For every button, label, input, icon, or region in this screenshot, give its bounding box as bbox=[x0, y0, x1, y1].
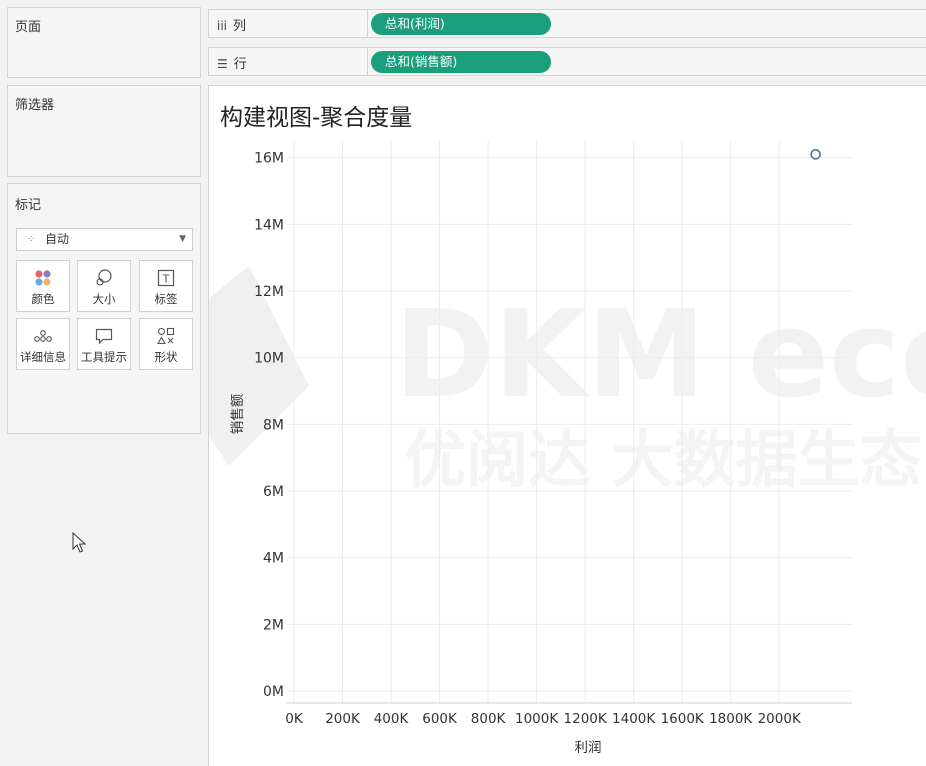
shelf-divider bbox=[367, 10, 368, 37]
marks-title: 标记 bbox=[15, 198, 42, 213]
auto-mark-icon: ⁘ bbox=[27, 234, 36, 245]
detail-label: 详细信息 bbox=[20, 350, 66, 364]
y-tick-label: 4M bbox=[263, 551, 284, 567]
x-tick-label: 1000K bbox=[515, 711, 559, 727]
x-tick-label: 200K bbox=[325, 711, 361, 727]
tooltip-label: 工具提示 bbox=[81, 350, 127, 364]
y-axis-title: 销售额 bbox=[230, 393, 246, 434]
color-icon bbox=[35, 270, 51, 286]
columns-label-text: 列 bbox=[233, 19, 247, 34]
x-tick-label: 800K bbox=[471, 711, 507, 727]
y-tick-label: 0M bbox=[263, 684, 284, 700]
mark-type-dropdown[interactable]: ⁘ 自动 ▼ bbox=[16, 228, 193, 251]
mouse-cursor-icon bbox=[72, 532, 86, 553]
pages-card[interactable]: 页面 bbox=[7, 7, 201, 78]
color-label: 颜色 bbox=[31, 292, 55, 306]
columns-shelf-label: iii 列 bbox=[217, 15, 246, 34]
y-tick-label: 2M bbox=[263, 617, 284, 633]
x-tick-label: 2000K bbox=[758, 711, 802, 727]
label-button[interactable]: T 标签 bbox=[139, 260, 193, 312]
columns-icon: iii bbox=[217, 19, 228, 33]
tooltip-icon bbox=[95, 328, 113, 345]
shape-label: 形状 bbox=[154, 350, 178, 364]
filters-card[interactable]: 筛选器 bbox=[7, 85, 201, 177]
label-icon: T bbox=[157, 269, 175, 287]
detail-icon bbox=[34, 330, 52, 342]
y-tick-label: 8M bbox=[263, 417, 284, 433]
label-label: 标签 bbox=[154, 292, 178, 306]
pages-title: 页面 bbox=[15, 20, 42, 35]
x-tick-label: 1600K bbox=[661, 711, 705, 727]
shape-icon bbox=[157, 327, 175, 345]
mark-type-value: 自动 bbox=[45, 232, 70, 246]
x-tick-label: 600K bbox=[422, 711, 458, 727]
profit-sum-pill[interactable]: 总和(利润) bbox=[371, 13, 551, 35]
svg-text:T: T bbox=[162, 273, 170, 286]
x-tick-label: 400K bbox=[374, 711, 410, 727]
rows-shelf[interactable]: ☰ 行 总和(销售额) bbox=[208, 47, 926, 76]
sales-sum-pill[interactable]: 总和(销售额) bbox=[371, 51, 551, 73]
rows-shelf-label: ☰ 行 bbox=[217, 53, 247, 72]
scatter-plot[interactable]: 0K 200K 400K 600K 800K 1000K 1200K 1400K 1600K 18… bbox=[209, 86, 926, 766]
x-tick-label: 1400K bbox=[612, 711, 656, 727]
x-tick-label: 1800K bbox=[709, 711, 753, 727]
x-axis-title: 利润 bbox=[575, 740, 602, 756]
chevron-down-icon: ▼ bbox=[179, 234, 186, 244]
color-button[interactable]: 颜色 bbox=[16, 260, 70, 312]
x-tick-label: 0K bbox=[285, 711, 304, 727]
tooltip-button[interactable]: 工具提示 bbox=[77, 318, 131, 370]
y-tick-label: 12M bbox=[254, 284, 284, 300]
y-tick-label: 6M bbox=[263, 484, 284, 500]
rows-icon: ☰ bbox=[217, 57, 228, 71]
detail-button[interactable]: 详细信息 bbox=[16, 318, 70, 370]
x-tick-label: 1200K bbox=[564, 711, 608, 727]
size-label: 大小 bbox=[92, 292, 116, 306]
size-button[interactable]: 大小 bbox=[77, 260, 131, 312]
y-tick-label: 16M bbox=[254, 151, 284, 167]
size-icon bbox=[96, 269, 112, 286]
rows-label-text: 行 bbox=[233, 57, 247, 72]
y-tick-label: 14M bbox=[254, 217, 284, 233]
shelf-divider bbox=[367, 48, 368, 75]
shape-button[interactable]: 形状 bbox=[139, 318, 193, 370]
y-tick-label: 10M bbox=[254, 351, 284, 367]
filters-title: 筛选器 bbox=[15, 98, 55, 113]
marks-card: 标记 ⁘ 自动 ▼ 颜色 大小 T 标签 详细信息 工具提示 形状 bbox=[7, 183, 201, 434]
view-canvas[interactable]: DKM ecc 优阅达 大数据生态 构建视图-聚合度量 0K 200K 400K 60… bbox=[208, 85, 926, 766]
columns-shelf[interactable]: iii 列 总和(利润) bbox=[208, 9, 926, 38]
